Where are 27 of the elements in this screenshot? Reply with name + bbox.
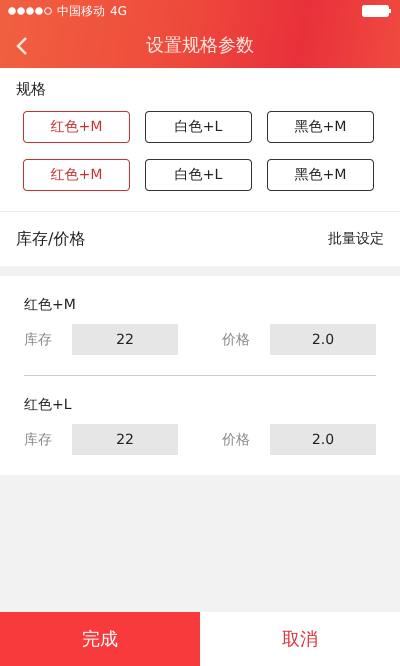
- batch-set-link[interactable]: 批量设定: [328, 230, 384, 248]
- back-icon[interactable]: [16, 36, 28, 56]
- section-label: 规格: [16, 80, 46, 98]
- spec-option[interactable]: 黑色+M: [267, 159, 374, 191]
- item-name: 红色+L: [24, 396, 72, 414]
- item-name: 红色+M: [24, 296, 76, 314]
- signal-icon: [8, 7, 52, 15]
- row-label: 库存/价格: [16, 228, 86, 250]
- spec-option[interactable]: 黑色+M: [267, 111, 374, 143]
- field-label: 价格: [222, 430, 250, 448]
- field-label: 库存: [24, 430, 52, 448]
- price-field[interactable]: 2.0: [270, 424, 376, 455]
- spec-option[interactable]: 红色+M: [23, 111, 130, 143]
- spec-option[interactable]: 白色+L: [145, 111, 252, 143]
- spec-option[interactable]: 白色+L: [145, 159, 252, 191]
- stock-field[interactable]: 22: [72, 324, 178, 355]
- cancel-button[interactable]: 取消: [200, 612, 400, 666]
- page-title: 设置规格参数: [146, 34, 254, 57]
- done-button[interactable]: 完成: [0, 612, 200, 666]
- field-label: 价格: [222, 330, 250, 348]
- battery-icon: [362, 5, 392, 17]
- network-label: 4G: [110, 4, 127, 18]
- spec-option[interactable]: 红色+M: [23, 159, 130, 191]
- carrier-label: 中国移动: [57, 2, 105, 20]
- price-field[interactable]: 2.0: [270, 324, 376, 355]
- stock-field[interactable]: 22: [72, 424, 178, 455]
- field-label: 库存: [24, 330, 52, 348]
